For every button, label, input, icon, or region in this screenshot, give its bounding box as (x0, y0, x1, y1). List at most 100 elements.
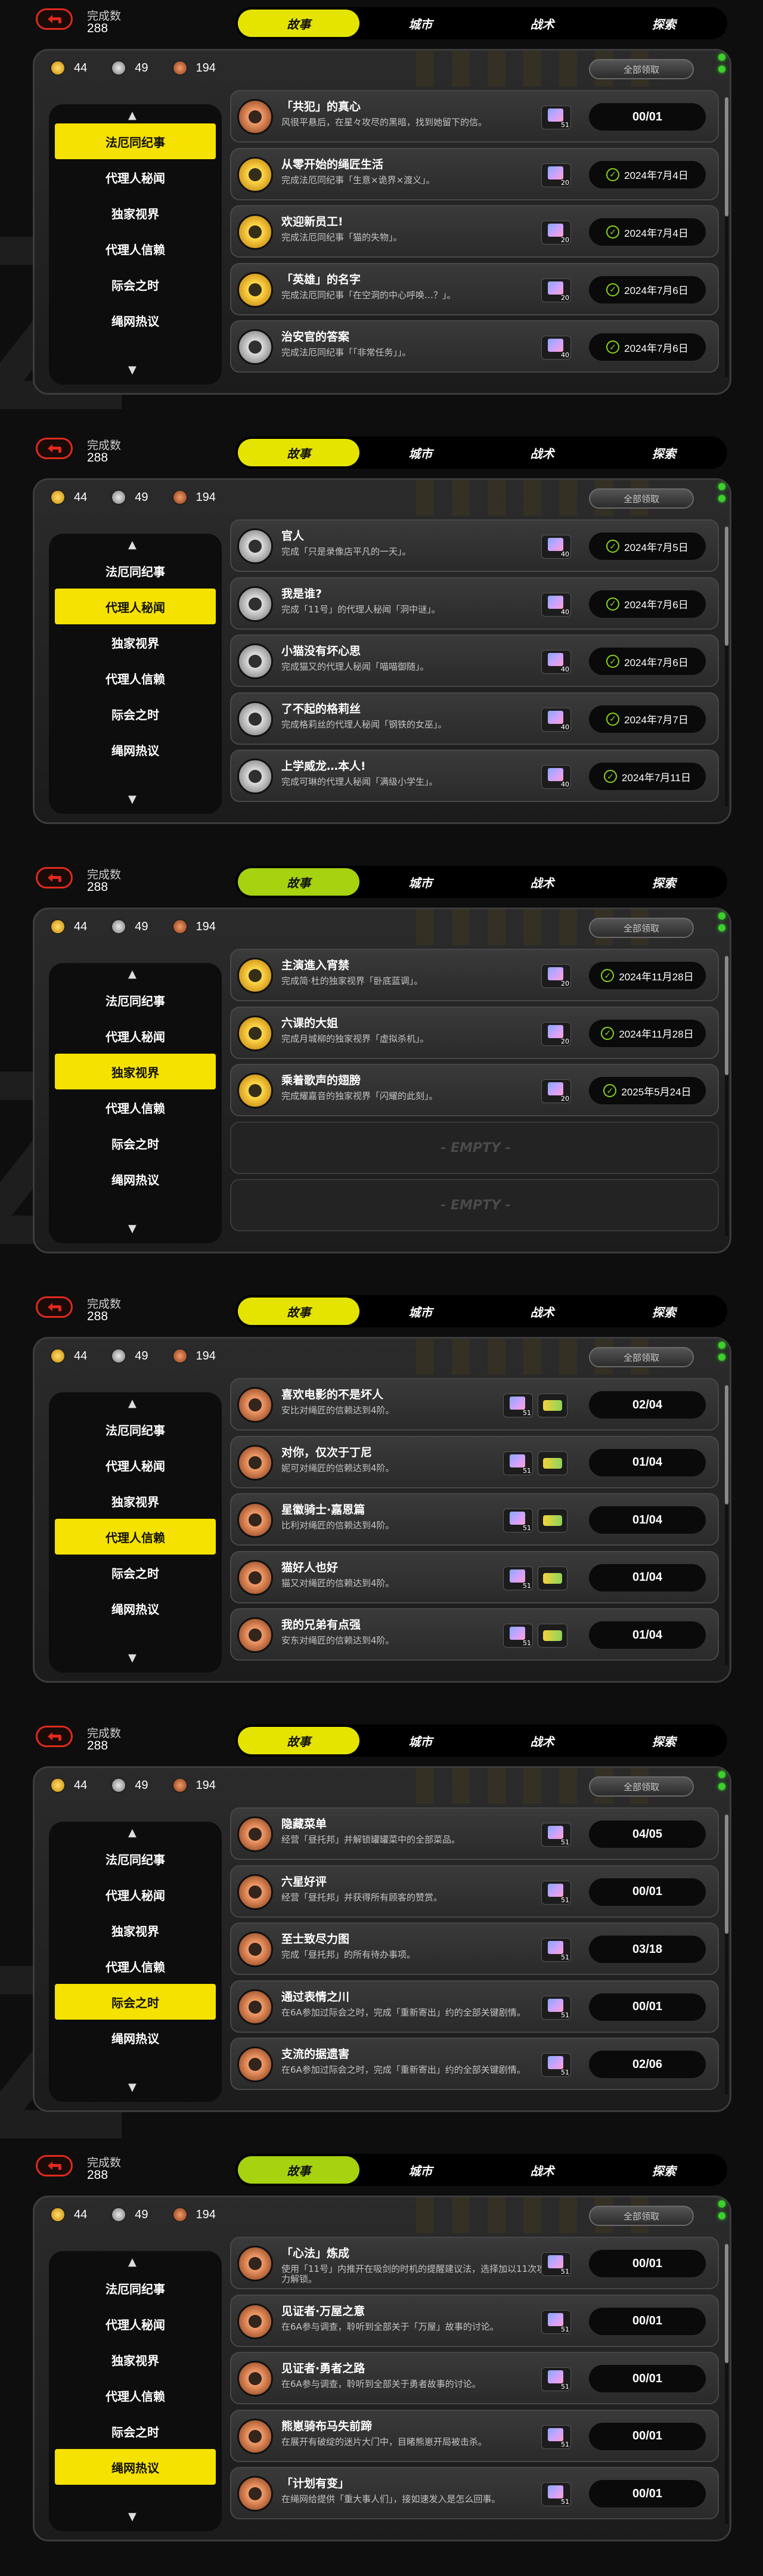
reward-item-icon[interactable]: 51 (503, 1624, 533, 1648)
bonus-reward-icon[interactable] (538, 1394, 567, 1417)
list-scrollbar[interactable] (725, 956, 728, 1236)
sidebar-item-agent-trust[interactable]: 代理人信赖 (55, 1089, 216, 1125)
achievement-row[interactable]: 「计划有变」 在绳网给提供「重大事人们」，接如速发入是怎么回事。 51 00/01 (230, 2467, 719, 2520)
tab-tactics[interactable]: 战术 (482, 2156, 603, 2184)
claim-all-button[interactable]: 全部领取 (589, 59, 694, 79)
tab-explore[interactable]: 探索 (603, 1727, 725, 1754)
reward-item-icon[interactable]: 40 (541, 765, 571, 789)
tab-explore[interactable]: 探索 (603, 439, 725, 466)
scroll-up-icon[interactable]: ▲ (128, 968, 137, 980)
tab-tactics[interactable]: 战术 (482, 1298, 603, 1325)
reward-item-icon[interactable]: 51 (503, 1509, 533, 1533)
sidebar-item-inter-knot-buzz[interactable]: 绳网热议 (55, 1590, 216, 1626)
reward-item-icon[interactable]: 51 (541, 1823, 571, 1847)
list-scrollbar[interactable] (725, 1385, 728, 1665)
tab-city[interactable]: 城市 (359, 439, 481, 466)
reward-item-icon[interactable]: 51 (503, 1566, 533, 1590)
claim-all-button[interactable]: 全部领取 (589, 918, 694, 938)
bonus-reward-icon[interactable] (538, 1509, 567, 1533)
reward-item-icon[interactable]: 51 (503, 1394, 533, 1417)
sidebar-item-inter-knot-buzz[interactable]: 绳网热议 (55, 302, 216, 338)
tab-tactics[interactable]: 战术 (482, 1727, 603, 1754)
achievement-row[interactable]: 小猫没有坏心思 完成猫又的代理人秘闻「喵喵御随」。 40 ✓ 2024年7月6日 (230, 634, 719, 688)
sidebar-item-exclusive-view[interactable]: 独家视界 (55, 1912, 216, 1948)
tab-story[interactable]: 故事 (238, 439, 360, 466)
tab-story[interactable]: 故事 (238, 1298, 360, 1325)
reward-item-icon[interactable]: 51 (541, 2425, 571, 2449)
sidebar-item-exclusive-view[interactable]: 独家视界 (55, 1483, 216, 1519)
achievement-row[interactable]: 至士致尽力图 完成「昼托邦」的所有待办事项。 51 03/18 (230, 1922, 719, 1976)
sidebar-item-phaethon-chronicle[interactable]: 法厄同纪事 (55, 1841, 216, 1877)
list-scrollbar[interactable] (725, 1815, 728, 2095)
achievement-row[interactable]: 欢迎新员工! 完成法厄同纪事「猫的失物」。 20 ✓ 2024年7月4日 (230, 205, 719, 258)
achievement-row[interactable]: 乘着歌声的翅膀 完成耀嘉音的独家视界「闪耀的此刻」。 20 ✓ 2025年5月24日 (230, 1064, 719, 1117)
sidebar-item-encounter-time[interactable]: 际会之时 (55, 696, 216, 732)
reward-item-icon[interactable]: 20 (541, 964, 571, 988)
tab-tactics[interactable]: 战术 (482, 868, 603, 896)
tab-tactics[interactable]: 战术 (482, 439, 603, 466)
reward-item-icon[interactable]: 40 (541, 535, 571, 559)
reward-item-icon[interactable]: 40 (541, 650, 571, 674)
tab-city[interactable]: 城市 (359, 10, 481, 37)
reward-item-icon[interactable]: 51 (503, 1451, 533, 1475)
achievement-row[interactable]: 了不起的格莉丝 完成格莉丝的代理人秘闻「钢铁的女巫」。 40 ✓ 2024年7月7日 (230, 692, 719, 745)
bonus-reward-icon[interactable] (538, 1566, 567, 1590)
achievement-row[interactable]: 主演進入宵禁 完成简·杜的独家视界「卧底蓝调」。 20 ✓ 2024年11月28日 (230, 949, 719, 1001)
reward-item-icon[interactable]: 51 (541, 2309, 571, 2334)
sidebar-item-agent-secrets[interactable]: 代理人秘闻 (55, 1447, 216, 1483)
scroll-down-icon[interactable]: ▼ (128, 2081, 137, 2094)
sidebar-item-inter-knot-buzz[interactable]: 绳网热议 (55, 2020, 216, 2055)
sidebar-item-agent-trust[interactable]: 代理人信赖 (55, 2377, 216, 2413)
achievement-row[interactable]: 上学威龙…本人! 完成可琳的代理人秘闻「满级小学生」。 40 ✓ 2024年7月11日 (230, 750, 719, 803)
sidebar-item-inter-knot-buzz[interactable]: 绳网热议 (55, 732, 216, 767)
tab-city[interactable]: 城市 (359, 868, 481, 896)
achievement-row[interactable]: 星徽骑士·嘉恩篇 比利对绳匠的信赖达到4阶。 51 01/04 (230, 1493, 719, 1546)
sidebar-item-agent-trust[interactable]: 代理人信赖 (55, 660, 216, 696)
reward-item-icon[interactable]: 51 (541, 106, 571, 129)
achievement-row[interactable]: 对你，仅次于丁尼 妮可对绳匠的信赖达到4阶。 51 01/04 (230, 1435, 719, 1488)
sidebar-item-agent-secrets[interactable]: 代理人秘闻 (55, 589, 216, 624)
list-scrollbar[interactable] (725, 2244, 728, 2524)
achievement-row[interactable]: 「心法」炼成 使用「11号」内推开在吸剑的时机的提醒建议法，选择加以11次攻击力解… (230, 2237, 719, 2289)
reward-item-icon[interactable]: 20 (541, 221, 571, 245)
reward-item-icon[interactable]: 51 (541, 2482, 571, 2507)
back-button[interactable] (36, 8, 73, 30)
scroll-down-icon[interactable]: ▼ (128, 1652, 137, 1664)
sidebar-item-exclusive-view[interactable]: 独家视界 (55, 1054, 216, 1089)
reward-item-icon[interactable]: 51 (541, 1938, 571, 1962)
sidebar-item-phaethon-chronicle[interactable]: 法厄同纪事 (55, 982, 216, 1018)
bonus-reward-icon[interactable] (538, 1624, 567, 1648)
tab-story[interactable]: 故事 (238, 868, 360, 896)
tab-explore[interactable]: 探索 (603, 10, 725, 37)
sidebar-item-encounter-time[interactable]: 际会之时 (55, 1125, 216, 1161)
sidebar-item-agent-trust[interactable]: 代理人信赖 (55, 1948, 216, 1984)
back-button[interactable] (36, 2155, 73, 2176)
tab-explore[interactable]: 探索 (603, 2156, 725, 2184)
sidebar-item-encounter-time[interactable]: 际会之时 (55, 1984, 216, 2020)
sidebar-item-agent-secrets[interactable]: 代理人秘闻 (55, 1877, 216, 1912)
tab-explore[interactable]: 探索 (603, 1298, 725, 1325)
back-button[interactable] (36, 438, 73, 459)
reward-item-icon[interactable]: 51 (541, 1995, 571, 2020)
back-button[interactable] (36, 1726, 73, 1747)
reward-item-icon[interactable]: 40 (541, 707, 571, 732)
back-button[interactable] (36, 867, 73, 888)
achievement-row[interactable]: 官人 完成「只是录像店平凡的一天」。 40 ✓ 2024年7月5日 (230, 519, 719, 572)
sidebar-item-phaethon-chronicle[interactable]: 法厄同纪事 (55, 1411, 216, 1447)
achievement-row[interactable]: 「共犯」的真心 风很平悬后，在星々攻尽的黑暗，找到她留下的信。 51 00/01 (230, 90, 719, 143)
reward-item-icon[interactable]: 51 (541, 1880, 571, 1905)
reward-item-icon[interactable]: 51 (541, 2252, 571, 2276)
sidebar-item-phaethon-chronicle[interactable]: 法厄同纪事 (55, 123, 216, 159)
tab-story[interactable]: 故事 (238, 1727, 360, 1754)
sidebar-item-encounter-time[interactable]: 际会之时 (55, 2413, 216, 2449)
claim-all-button[interactable]: 全部领取 (589, 1347, 694, 1367)
sidebar-item-agent-secrets[interactable]: 代理人秘闻 (55, 1018, 216, 1054)
achievement-row[interactable]: 从零开始的绳匠生活 完成法厄同纪事「生意×诡界×渡义」。 20 ✓ 2024年7月4日 (230, 147, 719, 200)
list-scrollbar[interactable] (725, 97, 728, 377)
achievement-row[interactable]: 「英雄」的名字 完成法厄同纪事「在空洞的中心呼唤…？」。 20 ✓ 2024年7月6日 (230, 262, 719, 315)
scroll-down-icon[interactable]: ▼ (128, 793, 137, 806)
back-button[interactable] (36, 1296, 73, 1318)
scroll-down-icon[interactable]: ▼ (128, 364, 137, 376)
tab-explore[interactable]: 探索 (603, 868, 725, 896)
claim-all-button[interactable]: 全部领取 (589, 488, 694, 509)
